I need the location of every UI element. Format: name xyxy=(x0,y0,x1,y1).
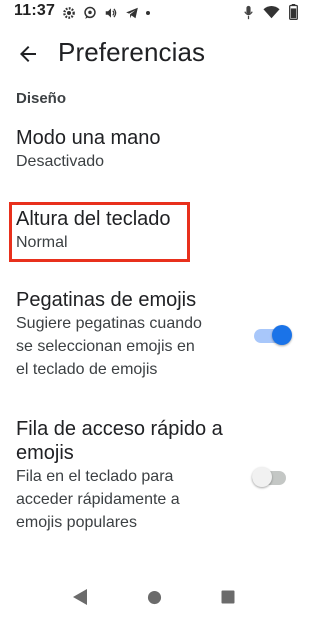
pref-emoji-stickers[interactable]: Pegatinas de emojis Sugiere pegatinas cu… xyxy=(16,288,246,381)
pref-summary-line: Sugiere pegatinas cuando xyxy=(16,315,202,332)
pref-summary-line: emojis populares xyxy=(16,514,137,531)
notification-icons xyxy=(62,5,150,21)
battery-icon xyxy=(289,4,298,20)
section-header: Diseño xyxy=(16,90,67,107)
pref-title-line: Fila de acceso rápido a xyxy=(16,418,223,440)
pref-summary-line: el teclado de emojis xyxy=(16,361,158,378)
pref-emoji-quick-row[interactable]: Fila de acceso rápido a emojis Fila en e… xyxy=(16,417,256,534)
notification-dot xyxy=(146,11,150,15)
home-circle-icon[interactable] xyxy=(147,590,162,605)
emoji-stickers-toggle[interactable] xyxy=(254,323,292,345)
emoji-quick-row-toggle[interactable] xyxy=(252,465,290,487)
app-bar: Preferencias xyxy=(0,26,310,82)
pref-title: Pegatinas de emojis xyxy=(16,289,197,311)
whatsapp-icon xyxy=(84,6,96,19)
status-time: 11:37 xyxy=(14,2,56,19)
toggle-thumb xyxy=(252,467,272,487)
pref-title: Modo una mano xyxy=(16,127,161,149)
telegram-icon xyxy=(126,7,138,19)
wifi-icon xyxy=(263,6,280,19)
pref-summary-line: se seleccionan emojis en xyxy=(16,338,195,355)
recents-square-icon[interactable] xyxy=(221,590,235,604)
arrow-back-icon[interactable] xyxy=(16,42,40,66)
volume-icon xyxy=(105,8,117,18)
pref-summary-line: acceder rápidamente a xyxy=(16,491,180,508)
system-icons xyxy=(243,4,298,20)
toggle-thumb xyxy=(272,325,292,345)
page-title: Preferencias xyxy=(58,37,206,67)
back-triangle-icon[interactable] xyxy=(72,588,88,606)
mic-icon xyxy=(244,5,253,19)
pref-summary: Desactivado xyxy=(16,153,105,170)
pref-one-hand-mode[interactable]: Modo una mano Desactivado xyxy=(16,126,286,173)
highlight-box xyxy=(9,202,190,262)
settings-icon xyxy=(63,7,75,19)
pref-title-line: emojis xyxy=(16,442,74,464)
navigation-bar xyxy=(0,556,310,620)
pref-summary-line: Fila en el teclado para xyxy=(16,468,174,485)
status-bar: 11:37 xyxy=(0,0,310,26)
